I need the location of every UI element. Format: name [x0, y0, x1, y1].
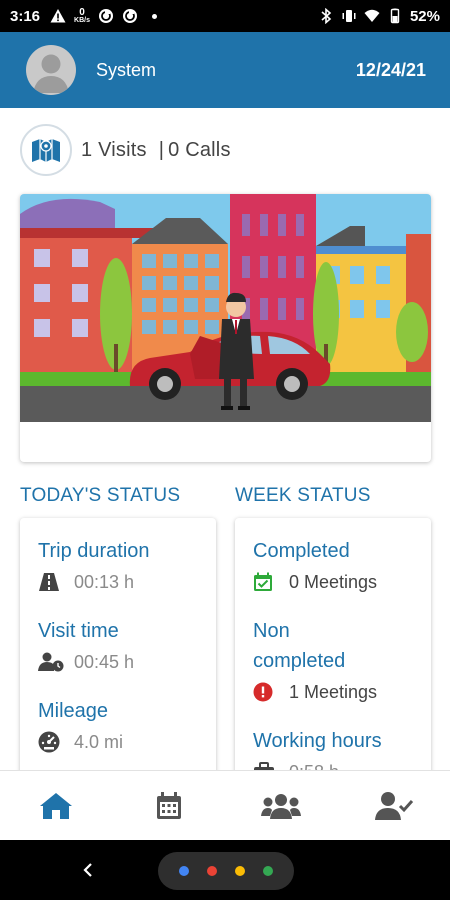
sync-icon-2	[122, 9, 137, 23]
nav-home[interactable]	[26, 781, 86, 831]
nav-team[interactable]	[251, 781, 311, 831]
mileage-label: Mileage	[38, 700, 109, 722]
calendar-icon	[156, 791, 181, 819]
user-avatar-icon	[33, 54, 69, 93]
avatar[interactable]	[26, 45, 76, 95]
non-completed-label-line1: Non	[253, 620, 290, 642]
calls-count: 0 Calls	[168, 138, 231, 161]
completed-label: Completed	[253, 540, 350, 562]
working-hours-label: Working hours	[253, 730, 382, 752]
username: System	[96, 59, 157, 80]
non-completed-value: 1 Meetings	[289, 681, 378, 702]
todays-status-card: Trip duration 00:13 h Visit time 00:45 h…	[20, 518, 216, 778]
todays-status-title: TODAY'S STATUS	[20, 485, 181, 506]
alert-icon	[253, 681, 279, 703]
visits-count: 1 Visits	[81, 138, 147, 161]
red-dot-icon	[207, 866, 217, 876]
home-icon	[40, 792, 73, 819]
nav-user-check[interactable]	[364, 781, 424, 831]
map-button[interactable]	[20, 124, 72, 176]
warning-icon	[50, 9, 66, 23]
speedometer-icon	[38, 731, 64, 753]
net-speed-unit: KB/s	[74, 17, 90, 24]
status-time: 3:16	[10, 7, 41, 25]
visit-time-row: 00:45 h	[38, 648, 216, 676]
system-navigation-bar	[0, 840, 450, 900]
sync-icon	[98, 9, 113, 23]
blue-dot-icon	[179, 866, 189, 876]
user-check-icon	[374, 791, 413, 820]
summary-separator: |	[158, 138, 165, 161]
completed-row: 0 Meetings	[253, 568, 431, 596]
battery-percent: 52%	[409, 7, 440, 25]
visit-time-value: 00:45 h	[74, 651, 135, 672]
week-status-card: Completed 0 Meetings Non completed 1 Mee…	[235, 518, 431, 778]
trip-duration-row: 00:13 h	[38, 568, 216, 596]
week-status-title: WEEK STATUS	[235, 485, 371, 506]
assistant-pill[interactable]	[158, 852, 294, 890]
map-icon	[32, 139, 60, 162]
calendar-check-icon	[253, 571, 279, 593]
non-completed-label-line2: completed	[253, 650, 346, 672]
status-bar: 3:16 0 KB/s 52%	[0, 0, 450, 32]
visit-time-label: Visit time	[38, 620, 119, 642]
trip-duration-label: Trip duration	[38, 540, 150, 562]
net-speed-icon: 0 KB/s	[74, 7, 90, 25]
bluetooth-icon	[321, 8, 332, 24]
visits-summary: 1 Visits | 0 Calls	[20, 124, 231, 176]
nav-calendar[interactable]	[139, 781, 199, 831]
back-chevron-icon[interactable]	[78, 858, 98, 882]
city-illustration	[20, 194, 431, 422]
banner-card	[20, 194, 431, 462]
vibrate-icon	[342, 10, 356, 22]
dot-icon	[151, 13, 157, 19]
team-icon	[261, 793, 302, 819]
yellow-dot-icon	[235, 866, 245, 876]
user-clock-icon	[38, 651, 64, 673]
non-completed-label: Non completed	[253, 616, 431, 676]
wifi-icon	[364, 9, 380, 22]
non-completed-row: 1 Meetings	[253, 678, 431, 706]
completed-value: 0 Meetings	[289, 571, 378, 592]
bottom-navigation	[0, 770, 450, 840]
mileage-row: 4.0 mi	[38, 728, 216, 756]
app-header: System 12/24/21	[0, 32, 450, 108]
battery-icon	[390, 8, 400, 24]
green-dot-icon	[263, 866, 273, 876]
header-date: 12/24/21	[355, 59, 426, 80]
trip-duration-value: 00:13 h	[74, 571, 135, 592]
mileage-value: 4.0 mi	[74, 731, 124, 752]
road-icon	[38, 571, 64, 593]
